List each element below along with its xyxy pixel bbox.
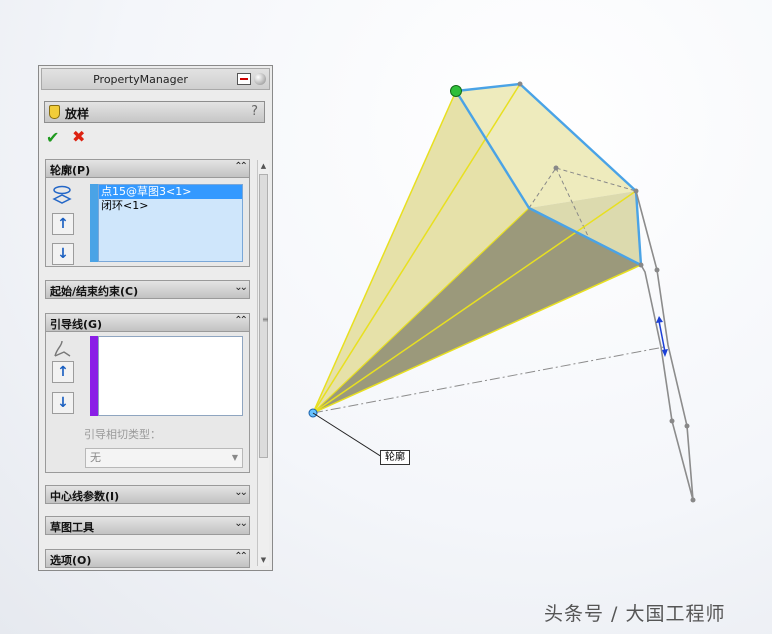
profiles-section: 轮廓(P) ⌃⌃ ↑ ↓ 点15@草图3<1> 闭环<1> [45, 159, 250, 267]
section-label: 轮廓(P) [50, 164, 91, 177]
move-down-button[interactable]: ↓ [52, 392, 74, 414]
select-value: 无 [90, 451, 101, 464]
guide-curves-section-header[interactable]: 引导线(G) ⌃⌃ [46, 314, 249, 332]
centerline-parameters-section: 中心线参数(I) ⌄⌄ [45, 485, 250, 504]
green-connector-point[interactable] [450, 85, 462, 97]
section-label: 草图工具 [50, 521, 94, 534]
sketch-tools-section: 草图工具 ⌄⌄ [45, 516, 250, 535]
chevron-down-icon: ▼ [231, 453, 238, 462]
direction-arrow-head [656, 316, 663, 323]
profile-icon [52, 185, 72, 204]
sketch-point [553, 165, 559, 171]
sketch-point [638, 262, 644, 268]
guide-curve-icon [54, 340, 71, 357]
profiles-list[interactable]: 点15@草图3<1> 闭环<1> [98, 184, 243, 262]
list-item[interactable]: 点15@草图3<1> [99, 185, 242, 199]
feature-title-bar: 放样 ? [44, 101, 265, 123]
sketch-point [517, 81, 523, 87]
tangency-type-label: 引导相切类型： [84, 428, 161, 441]
scroll-down-icon[interactable]: ▼ [258, 554, 269, 566]
expand-icon[interactable]: ⌄⌄ [234, 518, 248, 529]
options-section-header[interactable]: 选项(O) ⌃⌃ [46, 550, 249, 568]
section-label: 选项(O) [50, 554, 92, 567]
collapse-icon[interactable]: ⌃⌃ [234, 161, 248, 172]
options-section: 选项(O) ⌃⌃ [45, 549, 250, 568]
section-label: 引导线(G) [50, 318, 103, 331]
section-label: 中心线参数(I) [50, 490, 120, 503]
ok-button[interactable]: ✔ [46, 128, 59, 147]
expand-icon[interactable]: ⌄⌄ [234, 282, 248, 293]
expand-icon[interactable]: ⌄⌄ [234, 487, 248, 498]
move-up-button[interactable]: ↑ [52, 361, 74, 383]
property-manager-header: PropertyManager [41, 68, 270, 90]
watermark: 头条号 / 大国工程师 [544, 603, 726, 625]
move-up-button[interactable]: ↑ [52, 213, 74, 235]
sketch-point [684, 423, 690, 429]
help-icon[interactable]: ? [251, 104, 258, 119]
start-end-constraints-section: 起始/结束约束(C) ⌄⌄ [45, 280, 250, 299]
move-down-button[interactable]: ↓ [52, 243, 74, 265]
loft-icon [49, 105, 60, 119]
start-end-section-header[interactable]: 起始/结束约束(C) ⌄⌄ [46, 281, 249, 299]
sketch-tools-section-header[interactable]: 草图工具 ⌄⌄ [46, 517, 249, 535]
collapse-icon[interactable]: ⌃⌃ [234, 551, 248, 562]
cancel-button[interactable]: ✖ [72, 127, 85, 146]
list-item[interactable]: 闭环<1> [99, 199, 242, 213]
scroll-up-icon[interactable]: ▲ [258, 160, 269, 172]
guide-curves-list[interactable] [98, 336, 243, 416]
appearance-icon[interactable] [254, 73, 266, 85]
sketch-point [690, 497, 696, 503]
collapse-icon[interactable]: ⌃⌃ [234, 315, 248, 326]
sketch-point [669, 418, 675, 424]
profile-callout[interactable]: 轮廓 [380, 450, 410, 465]
scroll-thumb[interactable]: ≡ [259, 174, 269, 458]
sketch-point [633, 188, 639, 194]
sketch-point [654, 267, 660, 273]
feature-title: 放样 [65, 107, 90, 121]
tangency-type-select[interactable]: 无 ▼ [85, 448, 243, 468]
centerline-section-header[interactable]: 中心线参数(I) ⌄⌄ [46, 486, 249, 504]
panel-title: PropertyManager [93, 73, 188, 86]
panel-scrollbar[interactable]: ▲ ≡ ▼ [257, 160, 269, 566]
callout-leader [312, 412, 383, 458]
grip-icon: ≡ [262, 315, 269, 324]
profiles-section-header[interactable]: 轮廓(P) ⌃⌃ [46, 160, 249, 178]
section-label: 起始/结束约束(C) [50, 285, 139, 298]
property-manager: PropertyManager 放样 ? ✔ ✖ 轮廓(P) ⌃⌃ ↑ ↓ 点1… [38, 65, 273, 571]
pin-icon[interactable] [237, 73, 251, 85]
